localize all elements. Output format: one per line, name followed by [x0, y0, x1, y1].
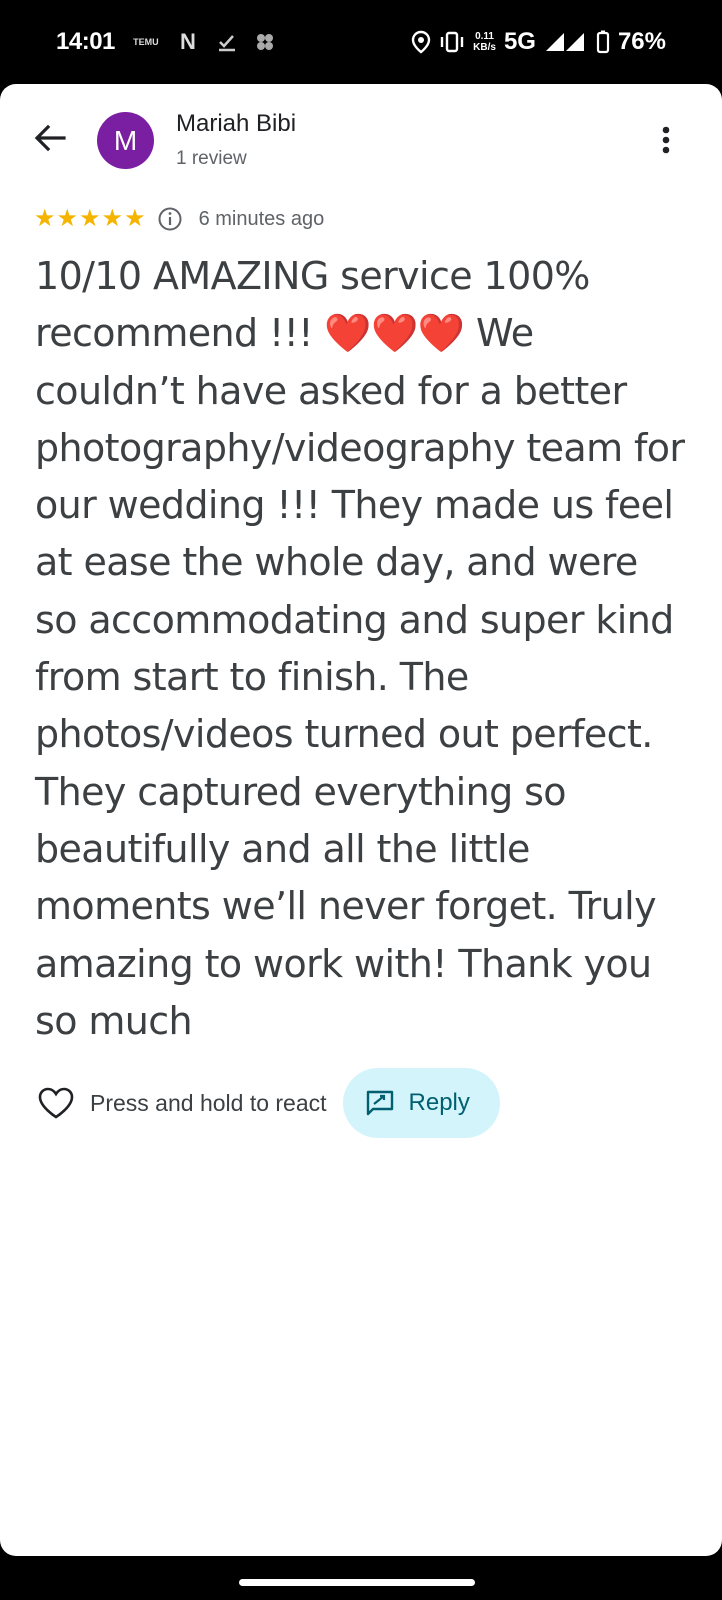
app-icon	[255, 32, 275, 52]
speed-unit: KB/s	[473, 42, 496, 53]
phone-screen: 14:01 TEMU N 0.11 KB/s 5G 76% M Mariah B…	[0, 0, 722, 1600]
netflix-icon-text: N	[179, 29, 196, 54]
star-rating: ★ ★ ★ ★ ★	[34, 207, 146, 231]
battery-icon	[596, 30, 610, 54]
signal-icon	[544, 31, 588, 53]
avatar-letter: M	[113, 124, 138, 156]
network-type: 5G	[503, 28, 536, 55]
status-left: 14:01 TEMU N	[56, 28, 275, 56]
status-time: 14:01	[56, 28, 115, 55]
author-name[interactable]: Mariah Bibi	[176, 110, 296, 138]
status-right: 0.11 KB/s 5G 76%	[411, 28, 666, 56]
back-button[interactable]	[30, 118, 70, 158]
speed-value: 0.11	[475, 31, 494, 42]
star-icon: ★	[124, 205, 146, 232]
review-card: M Mariah Bibi 1 review ★ ★ ★ ★ ★ 6 minut…	[0, 84, 722, 1556]
vibrate-icon	[439, 31, 465, 53]
star-icon: ★	[79, 205, 101, 232]
info-icon[interactable]	[158, 207, 182, 231]
status-bar: 14:01 TEMU N 0.11 KB/s 5G 76%	[0, 0, 722, 84]
location-icon	[411, 30, 431, 54]
battery-percent: 76%	[617, 28, 666, 55]
netflix-icon: N	[177, 29, 199, 55]
review-header: M Mariah Bibi 1 review	[0, 84, 722, 194]
back-arrow-icon	[34, 124, 66, 152]
heart-icon[interactable]	[36, 1083, 76, 1123]
star-icon: ★	[56, 205, 79, 232]
reply-button[interactable]: Reply	[342, 1068, 500, 1138]
review-actions: Press and hold to react Reply	[36, 1068, 500, 1138]
author-review-count: 1 review	[176, 148, 247, 169]
react-label: Press and hold to react	[90, 1089, 327, 1116]
rating-row: ★ ★ ★ ★ ★ 6 minutes ago	[34, 203, 324, 235]
star-icon: ★	[34, 205, 56, 232]
review-text: 10/10 AMAZING service 100% recommend !!!…	[35, 254, 685, 1043]
review-time: 6 minutes ago	[198, 207, 325, 230]
network-speed: 0.11 KB/s	[473, 31, 496, 53]
navigation-bar	[0, 1556, 722, 1600]
home-indicator[interactable]	[239, 1579, 475, 1586]
star-icon: ★	[101, 205, 124, 232]
more-vert-icon	[662, 126, 670, 154]
temu-icon: TEMU	[133, 37, 159, 47]
check-download-icon	[217, 32, 237, 52]
temu-icon-text: TEMU	[133, 37, 159, 47]
reply-icon	[366, 1090, 393, 1116]
avatar[interactable]: M	[97, 112, 154, 169]
reply-label: Reply	[408, 1089, 470, 1116]
more-options-button[interactable]	[648, 118, 684, 162]
